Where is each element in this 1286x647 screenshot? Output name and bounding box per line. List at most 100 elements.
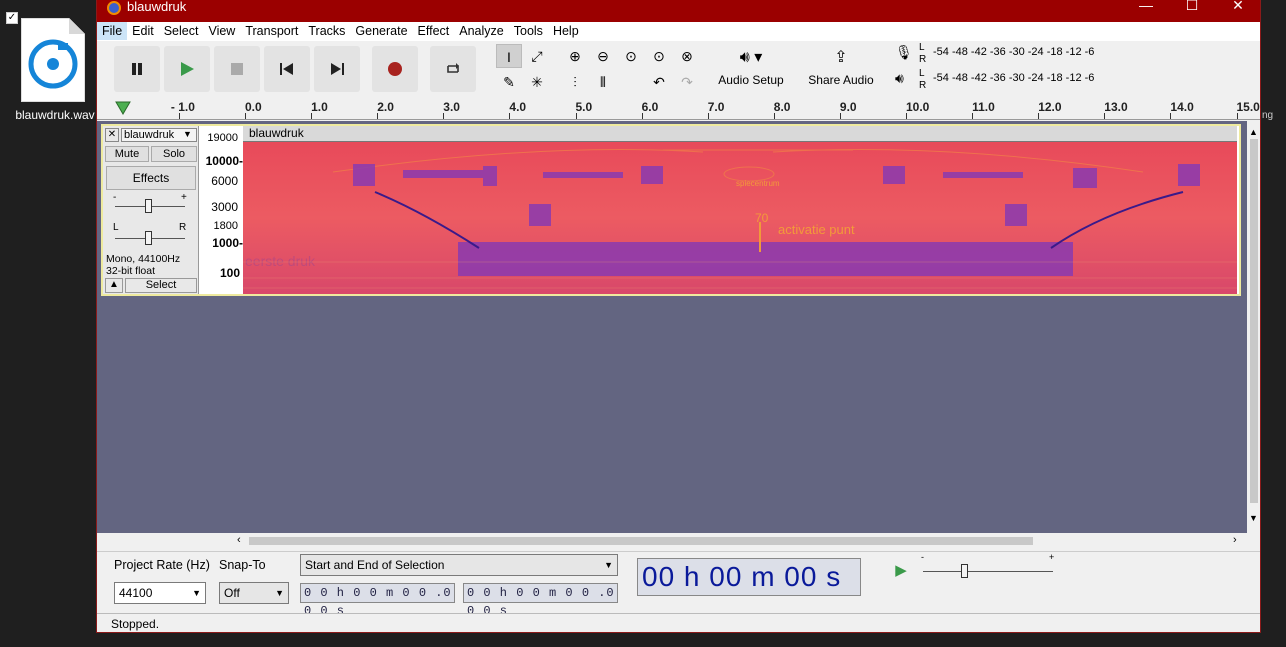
maximize-button[interactable]: ☐ — [1169, 0, 1215, 17]
scroll-up-icon[interactable]: ▲ — [1249, 127, 1258, 137]
vertical-scrollbar[interactable]: ▲ ▼ — [1247, 121, 1260, 533]
spec-annotation: activatie punt — [778, 222, 855, 237]
close-track-icon[interactable]: ✕ — [105, 128, 119, 142]
menu-generate[interactable]: Generate — [350, 22, 412, 40]
fit-project-icon[interactable]: ⊙ — [646, 44, 672, 68]
fit-selection-icon[interactable]: ⊙ — [618, 44, 644, 68]
menu-help[interactable]: Help — [548, 22, 584, 40]
trim-icon[interactable]: ⫶ — [562, 70, 588, 94]
audio-file-icon — [21, 18, 85, 102]
playback-meter-l: L — [919, 68, 925, 79]
scroll-down-icon[interactable]: ▼ — [1249, 513, 1258, 523]
spectrogram[interactable]: 70 activatie punt spiecentrum eerste dru… — [243, 142, 1237, 294]
play-button[interactable] — [164, 46, 210, 92]
scroll-right-icon[interactable]: › — [1233, 534, 1237, 546]
project-rate-select[interactable]: 44100 ▼ — [114, 582, 206, 604]
toolbar: I ⤢ ✎ ✳ ⊕ ⊖ ⊙ ⊙ ⊗ ⫶ ⫴ ↶ ↷ 🔊︎ ▾ Audio Set… — [97, 41, 1260, 97]
menu-tools[interactable]: Tools — [509, 22, 548, 40]
selection-end-time[interactable]: 0 0 h 0 0 m 0 0 .0 0 0 s — [463, 583, 618, 618]
snap-to-value: Off — [224, 586, 240, 600]
audio-track[interactable]: ✕ blauwdruk ▼ Mute Solo Effects - + L R … — [101, 124, 1241, 296]
solo-button[interactable]: Solo — [151, 146, 197, 162]
vertical-scroll-thumb[interactable] — [1250, 139, 1258, 503]
record-meter[interactable]: 🎙︎ L R -54 -48 -42 -36 -30 -24 -18 -12 -… — [895, 42, 1185, 66]
skip-end-button[interactable] — [314, 46, 360, 92]
play-at-speed-icon[interactable]: ▶ — [889, 560, 913, 582]
edge-text: ng — [1262, 110, 1274, 121]
menu-file[interactable]: File — [97, 22, 128, 40]
menu-view[interactable]: View — [203, 22, 240, 40]
playback-meter[interactable]: 🔊︎ L R -54 -48 -42 -36 -30 -24 -18 -12 -… — [895, 68, 1185, 92]
horizontal-scroll-thumb[interactable] — [249, 537, 1033, 545]
audio-position-time[interactable]: 00 h 00 m 00 s — [637, 558, 861, 596]
envelope-tool-icon[interactable]: ⤢ — [524, 44, 550, 68]
freq-label: 19000 — [207, 132, 238, 144]
selection-tool-icon[interactable]: I — [496, 44, 522, 68]
project-rate-value: 44100 — [119, 586, 153, 600]
checkbox[interactable]: ✓ — [6, 12, 18, 24]
audio-setup-button[interactable]: 🔊︎ ▾ Audio Setup — [715, 47, 787, 91]
ruler-tick-label: 10.0 — [906, 100, 930, 114]
gain-minus: - — [113, 192, 117, 203]
menu-select[interactable]: Select — [159, 22, 204, 40]
track-bitdepth: 32-bit float — [106, 265, 156, 277]
minimize-button[interactable]: — — [1123, 0, 1169, 17]
audacity-window: blauwdruk — ☐ ✕ File Edit Select View Transp… — [96, 0, 1261, 633]
ruler-tick-mark — [311, 113, 313, 119]
silence-icon[interactable]: ⫴ — [590, 70, 616, 94]
multi-tool-icon[interactable]: ✳ — [524, 70, 550, 94]
ruler-tick-mark — [1170, 113, 1172, 119]
track-area[interactable]: ✕ blauwdruk ▼ Mute Solo Effects - + L R … — [97, 121, 1247, 533]
snap-to-select[interactable]: Off ▼ — [219, 582, 289, 604]
selection-mode-select[interactable]: Start and End of Selection ▼ — [300, 554, 618, 576]
ruler-tick-label: 3.0 — [443, 100, 460, 114]
share-audio-button[interactable]: ⇪ Share Audio — [802, 47, 880, 91]
speed-slider[interactable] — [961, 564, 968, 578]
ruler-tick-label: 12.0 — [1038, 100, 1062, 114]
horizontal-scrollbar[interactable]: ‹ › — [97, 533, 1247, 549]
menu-tracks[interactable]: Tracks — [303, 22, 350, 40]
menu-edit[interactable]: Edit — [127, 22, 159, 40]
pan-slider[interactable] — [145, 231, 152, 245]
spec-number: 70 — [755, 211, 769, 225]
zoom-in-icon[interactable]: ⊕ — [562, 44, 588, 68]
effects-button[interactable]: Effects — [106, 166, 196, 190]
skip-start-button[interactable] — [264, 46, 310, 92]
menu-analyze[interactable]: Analyze — [454, 22, 508, 40]
loop-button[interactable] — [430, 46, 476, 92]
undo-icon[interactable]: ↶ — [646, 70, 672, 94]
play-head-marker-icon[interactable] — [115, 101, 131, 115]
menu-effect[interactable]: Effect — [413, 22, 455, 40]
pan-l: L — [113, 222, 119, 233]
gain-slider[interactable] — [145, 199, 152, 213]
scroll-left-icon[interactable]: ‹ — [237, 534, 241, 546]
ruler-tick-label: 11.0 — [972, 100, 995, 114]
ruler-tick-mark — [972, 113, 974, 119]
chevron-down-icon: ▼ — [275, 588, 284, 598]
zoom-toggle-icon[interactable]: ⊗ — [674, 44, 700, 68]
select-track-button[interactable]: Select — [125, 278, 197, 293]
timeline-ruler[interactable]: - 1.0 0.0 1.0 2.0 3.0 4.0 5.0 6.0 7.0 8.0 9.0 10.0 1… — [97, 98, 1260, 120]
freq-label: 1800 — [213, 220, 238, 232]
selection-start-time[interactable]: 0 0 h 0 0 m 0 0 .0 0 0 s — [300, 583, 455, 618]
close-button[interactable]: ✕ — [1215, 0, 1260, 17]
chevron-down-icon: ▼ — [604, 560, 613, 570]
ruler-tick-mark — [773, 113, 775, 119]
frequency-scale[interactable]: 19000 10000- 6000 3000 1800 1000- 100 — [200, 126, 243, 294]
record-button[interactable] — [372, 46, 418, 92]
desktop-file-icon[interactable]: ✓ blauwdruk.wav — [6, 10, 98, 130]
redo-icon[interactable]: ↷ — [674, 70, 700, 94]
menu-transport[interactable]: Transport — [240, 22, 303, 40]
audio-clip[interactable]: blauwdruk 70 activatie punt spiecentrum … — [243, 126, 1237, 294]
clip-name[interactable]: blauwdruk — [243, 126, 1237, 142]
draw-tool-icon[interactable]: ✎ — [496, 70, 522, 94]
collapse-track-icon[interactable]: ▲ — [105, 278, 123, 293]
stop-button[interactable] — [214, 46, 260, 92]
mute-button[interactable]: Mute — [105, 146, 149, 162]
speed-minus: - — [921, 552, 924, 562]
ruler-tick-mark — [1236, 113, 1238, 119]
project-rate-label: Project Rate (Hz) — [114, 558, 210, 572]
pause-button[interactable] — [114, 46, 160, 92]
zoom-out-icon[interactable]: ⊖ — [590, 44, 616, 68]
audio-setup-label: Audio Setup — [718, 73, 784, 87]
